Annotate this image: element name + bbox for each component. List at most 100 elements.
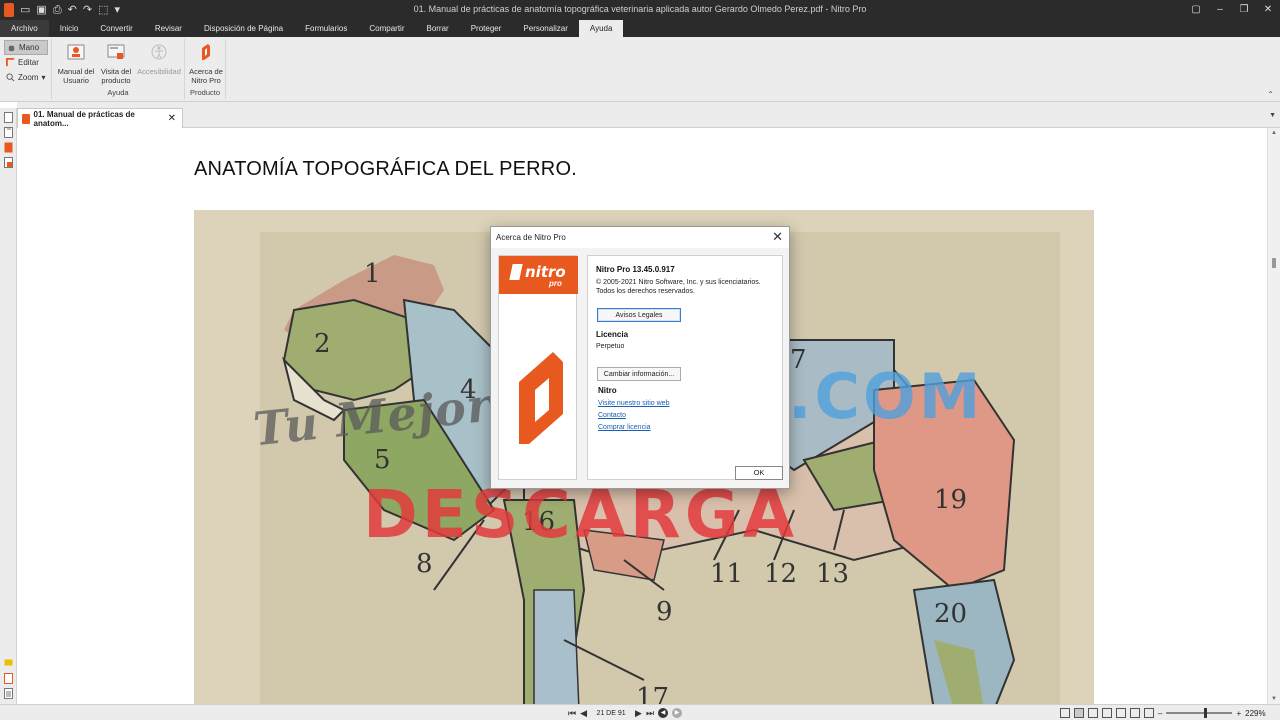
dialog-close-button[interactable]: ✕ bbox=[772, 230, 783, 244]
region-number: 19 bbox=[934, 485, 967, 515]
legal-notices-button[interactable]: Avisos Legales bbox=[597, 308, 681, 322]
fullscreen-icon[interactable] bbox=[1144, 708, 1154, 718]
status-bar: ⏮ ◀ 21 DE 91 ▶ ⏭ ◀ ▶ – + 229% bbox=[0, 704, 1280, 720]
fit-page-icon[interactable] bbox=[1130, 708, 1140, 718]
about-nitro-button[interactable]: Acerca de Nitro Pro bbox=[186, 41, 226, 85]
ribbon-tabs: Archivo Inicio Convertir Revisar Disposi… bbox=[0, 20, 1280, 37]
facing-view-icon[interactable] bbox=[1088, 708, 1098, 718]
page-indicator[interactable]: 21 DE 91 bbox=[591, 710, 631, 717]
change-info-button[interactable]: Cambiar información... bbox=[597, 367, 681, 381]
layers-icon[interactable] bbox=[4, 673, 13, 684]
badge-subtitle: pro bbox=[549, 279, 562, 288]
first-page-icon[interactable]: ⏮ bbox=[568, 708, 576, 719]
zoom-in-icon[interactable]: + bbox=[1236, 709, 1241, 718]
document-tab[interactable]: 01. Manual de prácticas de anatom... ✕ bbox=[17, 108, 183, 128]
continuous-facing-view-icon[interactable] bbox=[1102, 708, 1112, 718]
hand-tool-button[interactable]: Mano bbox=[4, 40, 48, 55]
last-page-icon[interactable]: ⏭ bbox=[646, 708, 654, 719]
close-tab-button[interactable]: ✕ bbox=[168, 113, 176, 124]
nitro-mark-icon bbox=[509, 264, 523, 280]
page-navigation: ⏮ ◀ 21 DE 91 ▶ ⏭ ◀ ▶ bbox=[568, 705, 683, 721]
fit-width-icon[interactable] bbox=[1116, 708, 1126, 718]
left-navigation-panel bbox=[0, 108, 17, 704]
zoom-icon bbox=[6, 73, 15, 82]
back-view-icon[interactable]: ◀ bbox=[658, 708, 669, 718]
next-page-icon[interactable]: ▶ bbox=[635, 708, 642, 719]
about-nitro-label: Acerca de Nitro Pro bbox=[189, 67, 223, 85]
tab-proteger[interactable]: Proteger bbox=[460, 20, 513, 37]
tab-archivo[interactable]: Archivo bbox=[0, 20, 49, 37]
about-dialog: Acerca de Nitro Pro ✕ nitro pro Nitro Pr… bbox=[490, 226, 790, 489]
tab-list-dropdown-icon[interactable]: ▼ bbox=[1269, 112, 1276, 119]
copyright-text: © 2005-2021 Nitro Software, Inc. y sus l… bbox=[596, 279, 761, 286]
signatures-icon[interactable] bbox=[4, 157, 13, 168]
tab-personalizar[interactable]: Personalizar bbox=[512, 20, 578, 37]
collapse-ribbon-icon[interactable]: ⌃ bbox=[1267, 90, 1274, 99]
product-group: Acerca de Nitro Pro Producto bbox=[184, 39, 226, 99]
ribbon: Mano Editar Zoom ▾ Manual del Usuario Vi… bbox=[0, 37, 1280, 102]
close-icon[interactable]: ✕ bbox=[1256, 0, 1280, 20]
tab-ayuda[interactable]: Ayuda bbox=[578, 20, 624, 37]
tab-formularios[interactable]: Formularios bbox=[294, 20, 358, 37]
website-link[interactable]: Visite nuestro sitio web bbox=[598, 398, 774, 410]
user-manual-icon bbox=[67, 44, 85, 60]
tab-borrar[interactable]: Borrar bbox=[415, 20, 459, 37]
zoom-slider-thumb[interactable] bbox=[1204, 708, 1208, 718]
help-group-label: Ayuda bbox=[107, 88, 129, 97]
watermark-text: .COM bbox=[788, 360, 984, 433]
pdf-file-icon bbox=[22, 113, 30, 124]
zoom-control: – + 229% bbox=[1158, 706, 1266, 720]
help-group: Manual del Usuario Visita del producto A… bbox=[51, 39, 184, 99]
tab-disposicion[interactable]: Disposición de Página bbox=[193, 20, 294, 37]
zoom-dropdown-icon: ▾ bbox=[41, 73, 46, 82]
product-tour-icon bbox=[107, 44, 125, 59]
document-tab-label: 01. Manual de prácticas de anatom... bbox=[33, 109, 135, 128]
hand-icon bbox=[8, 45, 15, 52]
tab-convertir[interactable]: Convertir bbox=[89, 20, 143, 37]
restore-icon[interactable]: ❐ bbox=[1232, 0, 1256, 20]
ok-button[interactable]: OK bbox=[735, 466, 783, 480]
user-manual-button[interactable]: Manual del Usuario bbox=[56, 41, 96, 85]
buy-license-link[interactable]: Comprar licencia bbox=[598, 422, 774, 434]
scroll-up-icon[interactable]: ▲ bbox=[1271, 130, 1277, 136]
zoom-tool-button[interactable]: Zoom ▾ bbox=[4, 70, 48, 85]
accessibility-label: Accesibilidad bbox=[137, 67, 181, 76]
tab-inicio[interactable]: Inicio bbox=[49, 20, 90, 37]
scroll-thumb[interactable] bbox=[1272, 258, 1276, 268]
zoom-out-icon[interactable]: – bbox=[1158, 709, 1162, 718]
zoom-slider[interactable] bbox=[1166, 708, 1233, 718]
region-number: 5 bbox=[374, 445, 391, 475]
edit-icon bbox=[6, 58, 15, 67]
product-version: Nitro Pro 13.45.0.917 bbox=[596, 265, 675, 274]
view-modes bbox=[1060, 708, 1154, 718]
nitro-pro-badge: nitro pro bbox=[499, 256, 578, 294]
region-number: 17 bbox=[636, 683, 669, 704]
scroll-down-icon[interactable]: ▼ bbox=[1271, 696, 1277, 702]
bookmarks-icon[interactable] bbox=[4, 127, 13, 138]
region-number: 2 bbox=[314, 329, 331, 359]
contact-link[interactable]: Contacto bbox=[598, 410, 774, 422]
accessibility-button[interactable]: Accesibilidad bbox=[136, 41, 182, 76]
previous-page-icon[interactable]: ◀ bbox=[580, 708, 587, 719]
zoom-tool-label: Zoom bbox=[18, 73, 39, 82]
vertical-scrollbar[interactable]: ▲ ▼ bbox=[1267, 128, 1280, 704]
output-icon[interactable] bbox=[4, 688, 13, 699]
product-tour-button[interactable]: Visita del producto bbox=[96, 41, 136, 85]
chat-icon[interactable]: ▢ bbox=[1184, 0, 1208, 20]
continuous-view-icon[interactable] bbox=[1074, 708, 1084, 718]
tab-revisar[interactable]: Revisar bbox=[144, 20, 193, 37]
comments-icon[interactable] bbox=[4, 658, 13, 669]
edit-tool-button[interactable]: Editar bbox=[4, 55, 48, 70]
window-controls: ▢ – ❐ ✕ bbox=[1184, 0, 1280, 20]
pages-icon[interactable] bbox=[4, 112, 13, 123]
forward-view-icon[interactable]: ▶ bbox=[672, 708, 683, 718]
nitro-heading: Nitro bbox=[598, 386, 617, 395]
single-page-view-icon[interactable] bbox=[1060, 708, 1070, 718]
region-number: 8 bbox=[416, 549, 433, 579]
region-number: 1 bbox=[364, 259, 381, 289]
license-value: Perpetuo bbox=[596, 343, 625, 350]
minimize-icon[interactable]: – bbox=[1208, 0, 1232, 20]
attachments-icon[interactable] bbox=[4, 142, 13, 153]
tab-compartir[interactable]: Compartir bbox=[358, 20, 415, 37]
hand-tool-label: Mano bbox=[19, 43, 40, 52]
